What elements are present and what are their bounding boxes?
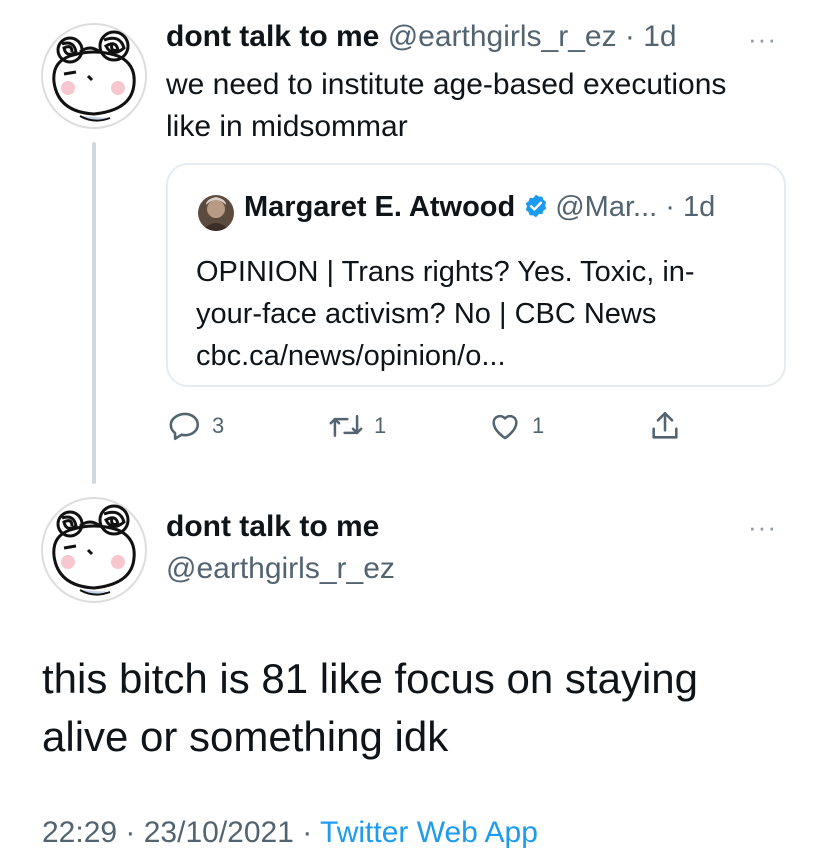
reply-icon — [169, 412, 200, 441]
share-button[interactable] — [648, 406, 682, 446]
separator: · — [616, 20, 644, 53]
tweet-text: this bitch is 81 like focus on staying a… — [42, 650, 802, 766]
quoted-tweet-card[interactable]: Margaret E. Atwood @Mar... · 1d OPINION … — [166, 163, 786, 387]
retweet-count: 1 — [374, 413, 387, 438]
separator: · — [657, 191, 683, 223]
reply-count: 3 — [212, 413, 225, 438]
quoted-text-line: your-face activism? No | CBC News — [196, 298, 657, 330]
tweet-text: we need to institute age-based execution… — [166, 64, 796, 148]
tweet-text-line: we need to institute age-based execution… — [166, 68, 727, 101]
display-name[interactable]: dont talk to me — [166, 20, 379, 53]
avatar[interactable] — [40, 22, 148, 130]
tweet-date[interactable]: 23/10/2021 — [144, 816, 294, 849]
share-icon — [652, 411, 678, 439]
tweet-text-line: like in midsommar — [166, 110, 408, 143]
reply-button[interactable]: 3 — [168, 406, 224, 446]
more-icon[interactable]: ··· — [748, 512, 777, 543]
tweet-header: dont talk to me @earthgirls_r_ez · 1d — [166, 20, 677, 54]
thread-connector — [92, 142, 96, 484]
like-icon — [492, 414, 518, 440]
like-count: 1 — [532, 413, 545, 438]
avatar-doodle — [41, 23, 147, 129]
verified-badge-icon — [523, 193, 549, 227]
avatar[interactable] — [40, 496, 148, 604]
more-icon[interactable]: ··· — [748, 24, 777, 55]
separator: · — [293, 816, 321, 849]
quoted-tweet-text: OPINION | Trans rights? Yes. Toxic, in- … — [196, 251, 756, 377]
quoted-tweet-header: Margaret E. Atwood @Mar... · 1d — [244, 191, 715, 227]
separator: · — [117, 816, 144, 849]
tweet-source[interactable]: Twitter Web App — [320, 816, 538, 849]
avatar-doodle — [41, 497, 147, 603]
like-button[interactable]: 1 — [488, 406, 544, 446]
handle[interactable]: @earthgirls_r_ez — [388, 20, 617, 53]
quoted-display-name: Margaret E. Atwood — [244, 191, 516, 223]
quoted-tweet-age: 1d — [682, 191, 716, 223]
tweet-age[interactable]: 1d — [643, 20, 676, 53]
display-name[interactable]: dont talk to me — [166, 510, 379, 544]
quoted-avatar — [198, 195, 234, 231]
handle[interactable]: @earthgirls_r_ez — [166, 552, 395, 586]
tweet-metadata: 22:29 · 23/10/2021 · Twitter Web App — [42, 816, 538, 850]
quoted-handle: @Mar... — [555, 191, 658, 223]
retweet-icon — [329, 415, 363, 437]
tweet-text-line: this bitch is 81 like focus on staying — [42, 655, 699, 702]
tweet-text-line: alive or something idk — [42, 713, 449, 760]
quoted-link-text: cbc.ca/news/opinion/o... — [196, 340, 506, 372]
retweet-button[interactable]: 1 — [328, 406, 386, 446]
quoted-text-line: OPINION | Trans rights? Yes. Toxic, in- — [196, 256, 695, 288]
tweet-time[interactable]: 22:29 — [42, 816, 117, 849]
